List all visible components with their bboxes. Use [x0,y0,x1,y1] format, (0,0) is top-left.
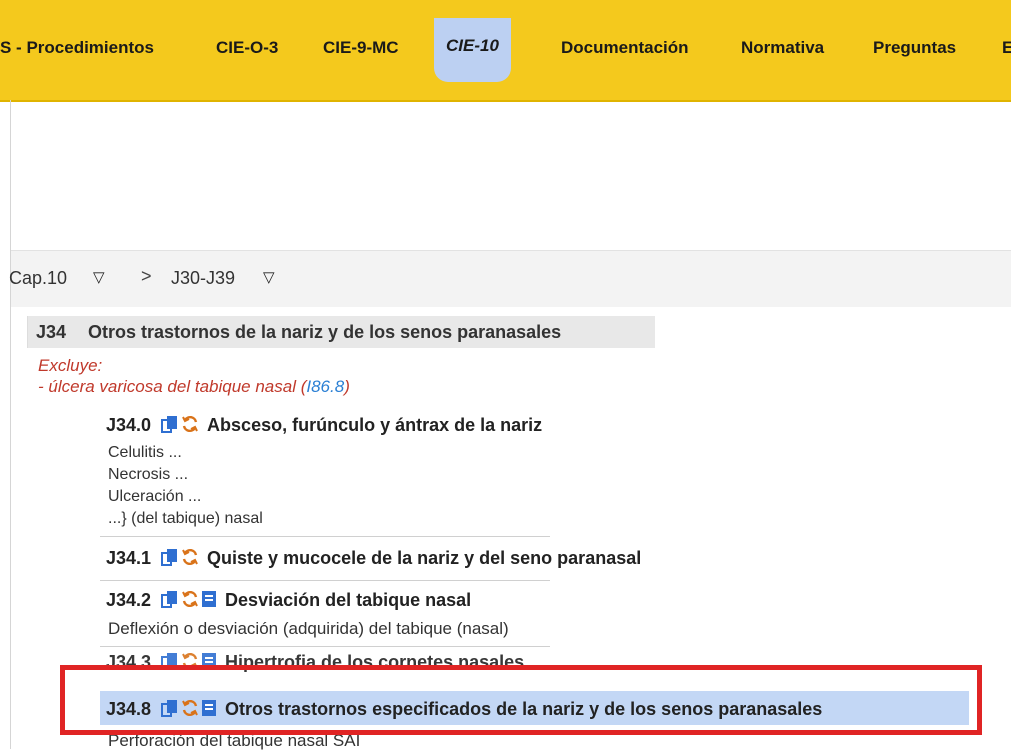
item-note: Celulitis ... [108,444,182,461]
refresh-icon[interactable] [181,548,199,571]
list-item-j34-2[interactable]: J34.2 Desviación del tabique nasal [106,590,471,613]
top-nav-bar: S - Procedimientos CIE-O-3 CIE-9-MC CIE-… [0,0,1011,102]
refresh-icon[interactable] [181,699,199,722]
note-icon[interactable] [201,590,217,613]
excludes-code-link[interactable]: I86.8 [306,377,344,396]
item-title: Hipertrofia de los cornetes nasales [225,652,525,672]
excludes-label: Excluye: [38,356,103,375]
item-note: ...} (del tabique) nasal [108,510,263,527]
tab-overflow[interactable]: E [1002,38,1011,58]
tab-cie-o-3[interactable]: CIE-O-3 [216,38,278,58]
refresh-icon[interactable] [181,652,199,675]
breadcrumb-chapter[interactable]: Cap.10 [9,268,67,289]
item-code: J34.2 [106,590,152,610]
breadcrumb-separator-icon: > [141,266,152,286]
category-code: J34 [36,322,67,342]
item-note: Deflexión o desviación (adquirida) del t… [108,619,509,638]
refresh-icon[interactable] [181,415,199,438]
breadcrumb-bar [11,250,1011,307]
divider [100,536,550,537]
tab-cie-10[interactable]: CIE-10 [434,18,511,82]
note-icon[interactable] [201,699,217,722]
breadcrumb-range[interactable]: J30-J39 [171,268,235,289]
category-title: Otros trastornos de la nariz y de los se… [88,322,562,342]
refresh-icon[interactable] [181,590,199,613]
item-code: J34.1 [106,548,152,568]
item-code: J34.8 [106,699,152,719]
tab-documentacion[interactable]: Documentación [561,38,689,58]
category-header: J34 Otros trastornos de la nariz y de lo… [27,316,655,348]
tab-normativa[interactable]: Normativa [741,38,824,58]
list-item-j34-1[interactable]: J34.1 Quiste y mucocele de la nariz y del… [106,548,641,571]
copy-icon[interactable] [161,415,179,438]
copy-icon[interactable] [161,590,179,613]
excludes-item: - úlcera varicosa del tabique nasal (I86… [38,377,350,397]
chapter-dropdown-icon[interactable]: ▽ [93,268,105,286]
item-title: Otros trastornos especificados de la nar… [225,699,823,719]
item-title: Quiste y mucocele de la nariz y del seno… [207,548,642,568]
range-dropdown-icon[interactable]: ▽ [263,268,275,286]
item-code: J34.3 [106,652,152,672]
tab-cie-9-mc[interactable]: CIE-9-MC [323,38,399,58]
list-item-j34-0[interactable]: J34.0 Absceso, furúnculo y ántrax de la n… [106,415,542,438]
copy-icon[interactable] [161,699,179,722]
item-title: Desviación del tabique nasal [225,590,472,610]
note-icon[interactable] [201,652,217,675]
item-note: Perforación del tabique nasal SAI [108,731,361,750]
list-item-j34-8[interactable]: J34.8 Otros trastornos especificados de l… [106,699,822,722]
copy-icon[interactable] [161,652,179,675]
divider [100,580,550,581]
item-code: J34.0 [106,415,152,435]
content-left-border [10,100,11,749]
list-item-j34-3[interactable]: J34.3 Hipertrofia de los cornetes nasales [106,652,524,675]
tab-preguntas[interactable]: Preguntas [873,38,956,58]
excludes-close: ) [344,377,350,396]
item-title: Absceso, furúnculo y ántrax de la nariz [207,415,543,435]
item-note: Necrosis ... [108,466,189,483]
divider [100,646,550,647]
excludes-text: - úlcera varicosa del tabique nasal ( [38,377,307,396]
item-note: Ulceración ... [108,488,202,505]
copy-icon[interactable] [161,548,179,571]
tab-procedimientos[interactable]: S - Procedimientos [0,38,154,58]
